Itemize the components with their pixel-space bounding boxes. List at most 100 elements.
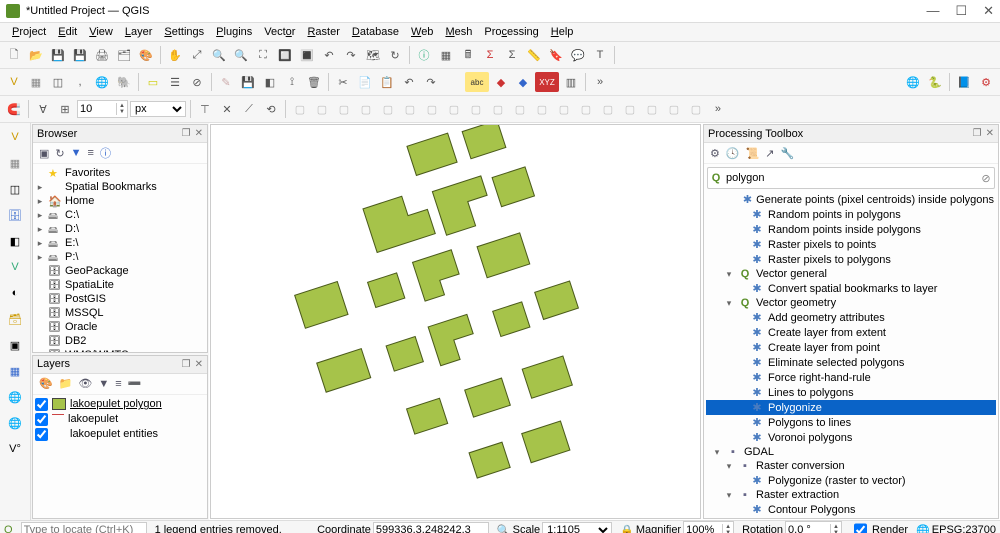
browser-undock-button[interactable]: ❐ — [182, 128, 191, 139]
browser-item[interactable]: Oracle — [35, 320, 205, 334]
browser-item[interactable]: ★Favorites — [35, 166, 205, 180]
processing-item[interactable]: ▾▪Raster extraction — [706, 488, 996, 502]
processing-model-button[interactable]: ⚙ — [710, 147, 720, 160]
processing-item[interactable]: ✱Add geometry attributes — [706, 310, 996, 325]
layers-remove-button[interactable]: ➖ — [128, 377, 142, 390]
browser-item[interactable]: ▸Spatial Bookmarks — [35, 180, 205, 194]
browser-add-button[interactable]: ▣ — [39, 147, 49, 160]
deselect-button[interactable]: ⊘ — [187, 72, 207, 92]
new-shapefile-button[interactable]: ▦ — [5, 153, 25, 173]
processing-item[interactable]: ✱Random points inside polygons — [706, 222, 996, 237]
processing-item[interactable]: ✱Force right-hand-rule — [706, 370, 996, 385]
menu-database[interactable]: Database — [346, 24, 405, 40]
layer-item[interactable]: lakoepulet entities — [35, 427, 205, 442]
python-console-button[interactable]: 🐍 — [925, 72, 945, 92]
select-by-value-button[interactable]: ☰ — [165, 72, 185, 92]
processing-item[interactable]: ▾▪GDAL — [706, 445, 996, 459]
menu-edit[interactable]: Edit — [52, 24, 83, 40]
layers-tree[interactable]: lakoepulet polygonlakoepuletlakoepulet e… — [33, 395, 207, 518]
browser-item[interactable]: MSSQL — [35, 306, 205, 320]
zoom-in-button[interactable]: 🔍 — [209, 45, 229, 65]
processing-item[interactable]: ▾QVector geometry — [706, 296, 996, 310]
map-canvas[interactable] — [210, 124, 701, 519]
more-button[interactable]: » — [590, 72, 610, 92]
layers-undock-button[interactable]: ❐ — [182, 359, 191, 370]
wms-source-button[interactable]: 🌐 — [5, 413, 25, 433]
layer-item[interactable]: lakoepulet polygon — [35, 397, 205, 412]
browser-filter-button[interactable]: ▼ — [71, 147, 82, 159]
new-project-button[interactable]: 🗋 — [4, 45, 24, 65]
processing-results-button[interactable]: ↗ — [765, 147, 774, 160]
processing-options-button[interactable]: 🔧 — [781, 147, 795, 160]
menu-settings[interactable]: Settings — [158, 24, 210, 40]
zoom-full-button[interactable]: ⛶ — [253, 45, 273, 65]
processing-search[interactable]: Q ⊘ — [707, 167, 995, 189]
processing-undock-button[interactable]: ❐ — [973, 128, 982, 139]
maximize-button[interactable]: ☐ — [955, 3, 967, 19]
browser-item[interactable]: SpatiaLite — [35, 278, 205, 292]
new-vector-layer-button[interactable]: V — [5, 127, 25, 147]
browser-close-button[interactable]: ✕ — [195, 128, 203, 139]
new-mesh-button[interactable]: ◧ — [5, 231, 25, 251]
measure-button[interactable]: 📏 — [524, 45, 544, 65]
browser-item[interactable]: GeoPackage — [35, 264, 205, 278]
processing-item[interactable]: ✱Lines to polygons — [706, 385, 996, 400]
plugin-1-button[interactable]: ◆ — [491, 72, 511, 92]
menu-raster[interactable]: Raster — [301, 24, 345, 40]
data-source-button[interactable]: 🗃 — [5, 309, 25, 329]
redo-button[interactable]: ↷ — [421, 72, 441, 92]
layers-visibility-button[interactable]: 👁 — [78, 377, 92, 390]
browser-props-button[interactable]: ⓘ — [100, 145, 111, 161]
style-manager-button[interactable]: 🎨 — [136, 45, 156, 65]
add-feature-button[interactable]: ◧ — [260, 72, 280, 92]
processing-item[interactable]: ✱Polygons to lines — [706, 415, 996, 430]
browser-item[interactable]: ▸WMS/WMTS — [35, 348, 205, 352]
minimize-button[interactable]: — — [926, 3, 939, 19]
browser-tree[interactable]: ★Favorites▸Spatial Bookmarks▸Home▸C:\▸D:… — [33, 164, 207, 352]
processing-item[interactable]: ▾▪Vector geoprocessing — [706, 517, 996, 518]
paste-button[interactable]: 📋 — [377, 72, 397, 92]
browser-collapse-button[interactable]: ≡ — [88, 147, 94, 159]
layer-item[interactable]: lakoepulet — [35, 412, 205, 427]
menu-mesh[interactable]: Mesh — [439, 24, 478, 40]
layers-filter-button[interactable]: ▼ — [98, 378, 109, 390]
new-gpx-button[interactable]: ◐ — [5, 283, 25, 303]
field-calc-button[interactable]: 🖩 — [458, 45, 478, 65]
rotation-value[interactable] — [786, 523, 830, 533]
browser-refresh-button[interactable]: ↻ — [55, 147, 64, 160]
layer-visibility-checkbox[interactable] — [35, 428, 48, 441]
wfs-source-button[interactable]: 🌐 — [5, 387, 25, 407]
virtual-layer-button[interactable]: V° — [5, 439, 25, 459]
new-virtual-button[interactable]: V — [5, 257, 25, 277]
snap-unit-select[interactable]: px — [130, 101, 186, 117]
delete-selected-button[interactable]: 🗑 — [304, 72, 324, 92]
identify-button[interactable]: ⓘ — [414, 45, 434, 65]
pan-to-selection-button[interactable]: ⤢ — [187, 45, 207, 65]
processing-item[interactable]: ✱Contour Polygons — [706, 502, 996, 517]
crs-button[interactable]: 🌐EPSG:23700 — [916, 524, 996, 533]
vertex-tool-button[interactable]: ⟟ — [282, 72, 302, 92]
processing-item[interactable]: ✱Eliminate selected polygons — [706, 355, 996, 370]
plugin-4-button[interactable]: ▥ — [561, 72, 581, 92]
snap-intersection-button[interactable]: ✕ — [217, 99, 237, 119]
processing-item[interactable]: ✱Generate points (pixel centroids) insid… — [706, 192, 996, 207]
select-features-button[interactable]: ▭ — [143, 72, 163, 92]
processing-tree[interactable]: ✱Generate points (pixel centroids) insid… — [704, 192, 998, 518]
rotation-spinbox[interactable]: ▲▼ — [785, 521, 842, 533]
browser-item[interactable]: PostGIS — [35, 292, 205, 306]
cut-button[interactable]: ✂ — [333, 72, 353, 92]
add-wms-button[interactable]: 🌐 — [92, 72, 112, 92]
menu-view[interactable]: View — [83, 24, 119, 40]
layer-visibility-checkbox[interactable] — [35, 413, 48, 426]
processing-item[interactable]: ▾QVector general — [706, 267, 996, 281]
print-layout-button[interactable]: 🖨 — [92, 45, 112, 65]
plugin-2-button[interactable]: ◆ — [513, 72, 533, 92]
layers-add-group-button[interactable]: 📁 — [59, 377, 73, 390]
attr-table-button[interactable]: ▦ — [436, 45, 456, 65]
undo-button[interactable]: ↶ — [399, 72, 419, 92]
plugin-manager-button[interactable]: ⚙ — [976, 72, 996, 92]
snap-config-button[interactable]: ∀ — [33, 99, 53, 119]
processing-history-button[interactable]: 🕓 — [726, 147, 740, 160]
processing-item[interactable]: ✱Random points in polygons — [706, 207, 996, 222]
browser-item[interactable]: ▸E:\ — [35, 236, 205, 250]
